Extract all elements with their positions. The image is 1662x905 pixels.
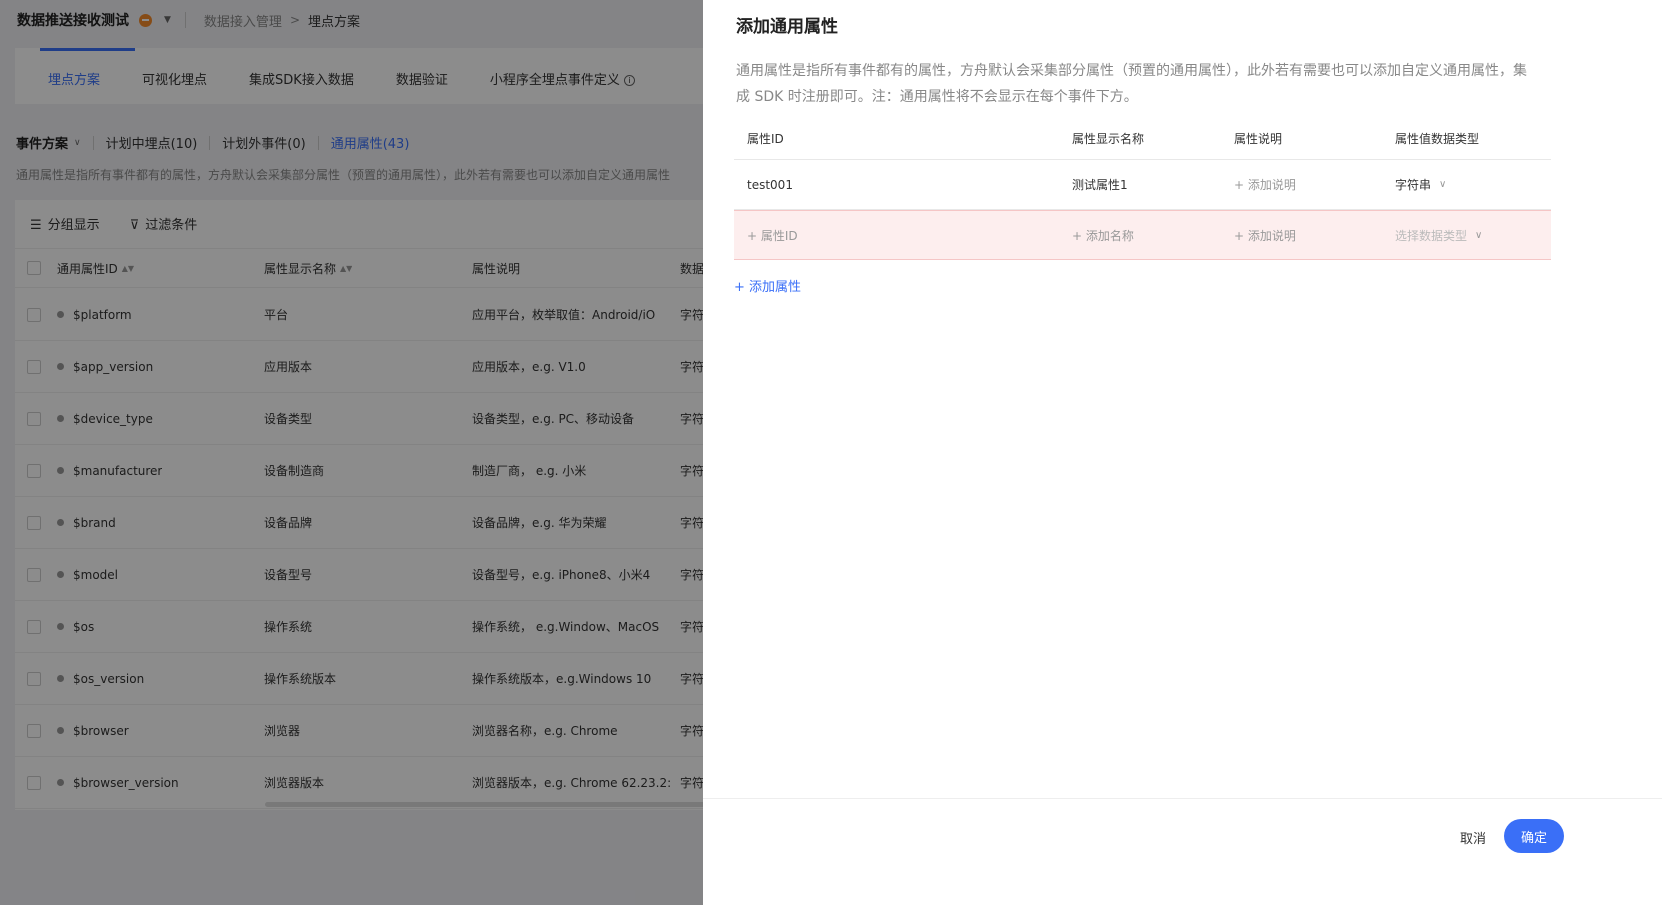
confirm-button[interactable]: 确定 [1504,819,1564,853]
modal-overlay[interactable] [0,0,703,905]
data-type-select[interactable]: 字符串 ∨ [1395,160,1446,209]
chevron-down-icon: ∨ [1439,179,1447,190]
cancel-button[interactable]: 取消 [1453,825,1493,849]
header-attr-desc: 属性说明 [1234,132,1283,146]
new-attributes-table: 属性ID 属性显示名称 属性说明 属性值数据类型 test001 测试属性1 +… [734,118,1551,260]
header-attr-id: 属性ID [747,132,784,146]
add-desc-link[interactable]: + 添加说明 [1234,211,1296,259]
attribute-row: test001 测试属性1 + 添加说明 字符串 ∨ [734,160,1551,210]
drawer-table-header: 属性ID 属性显示名称 属性说明 属性值数据类型 [734,118,1551,160]
add-attribute-drawer: 添加通用属性 通用属性是指所有事件都有的属性，方舟默认会采集部分属性（预置的通用… [703,0,1662,905]
drawer-footer: 取消 确定 [703,798,1662,905]
new-attribute-row: + 属性ID + 添加名称 + 添加说明 选择数据类型 ∨ [734,210,1551,260]
add-desc-link[interactable]: + 添加说明 [1234,160,1296,209]
drawer-description: 通用属性是指所有事件都有的属性，方舟默认会采集部分属性（预置的通用属性），此外若… [736,63,1527,105]
attr-name-value[interactable]: 测试属性1 [1072,160,1128,209]
data-type-select[interactable]: 选择数据类型 ∨ [1395,211,1482,259]
data-type-placeholder: 选择数据类型 [1395,228,1468,243]
attr-name-input[interactable]: + 添加名称 [1072,211,1134,259]
data-type-value: 字符串 [1395,178,1432,192]
header-display-name: 属性显示名称 [1072,132,1145,146]
attr-id-input[interactable]: + 属性ID [747,211,798,259]
attr-id-value[interactable]: test001 [747,160,793,209]
header-data-type: 属性值数据类型 [1395,132,1480,146]
drawer-title: 添加通用属性 [736,17,838,37]
chevron-down-icon: ∨ [1475,229,1483,241]
add-attribute-link[interactable]: + 添加属性 [734,276,801,295]
